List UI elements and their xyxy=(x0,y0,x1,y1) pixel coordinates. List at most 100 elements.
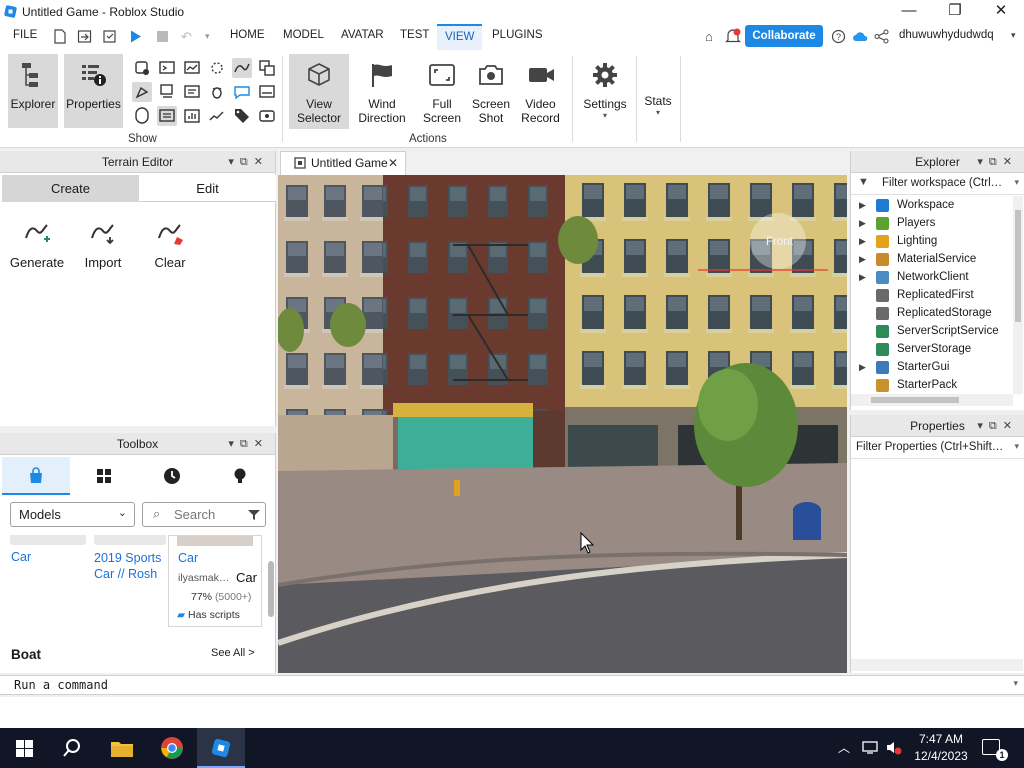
expand-arrow-icon[interactable]: ▶ xyxy=(859,232,866,250)
cloud-icon[interactable] xyxy=(852,29,869,44)
expand-arrow-icon[interactable]: ▶ xyxy=(859,214,866,232)
explorer-item-serverstorage[interactable]: ServerStorage xyxy=(851,340,1013,358)
save-icon[interactable] xyxy=(102,29,117,44)
screen-shot-button[interactable]: Screen Shot xyxy=(469,54,513,128)
network-icon[interactable] xyxy=(862,741,878,754)
scroll-thumb[interactable] xyxy=(871,397,959,403)
minimize-button[interactable]: — xyxy=(886,0,932,24)
asset-manager-icon[interactable] xyxy=(132,82,152,102)
scroll-thumb[interactable] xyxy=(1015,210,1021,322)
stats-button[interactable]: Stats ▾ xyxy=(642,54,674,128)
command-bar-icon[interactable] xyxy=(257,82,277,102)
memory-chart-icon[interactable] xyxy=(207,106,227,126)
explorer-item-players[interactable]: ▶ Players xyxy=(851,214,1013,232)
model-creator[interactable]: ilyasmak… xyxy=(178,572,229,584)
explorer-item-replicatedfirst[interactable]: ReplicatedFirst xyxy=(851,286,1013,304)
clock-date[interactable]: 12/4/2023 xyxy=(906,749,976,763)
bug-icon[interactable] xyxy=(207,82,227,102)
menu-tab-home[interactable]: HOME xyxy=(230,29,265,41)
explorer-item-materialservice[interactable]: ▶ MaterialService xyxy=(851,250,1013,268)
home-icon[interactable]: ⌂ xyxy=(705,29,713,44)
tab-edit[interactable]: Edit xyxy=(139,175,276,202)
menu-tab-test[interactable]: TEST xyxy=(400,29,429,41)
output-toggle-icon[interactable] xyxy=(157,58,177,78)
explorer-item-replicatedstorage[interactable]: ReplicatedStorage xyxy=(851,304,1013,322)
close-tab-icon[interactable]: ✕ xyxy=(388,152,398,174)
model-thumbnail[interactable] xyxy=(94,535,166,545)
tab-marketplace[interactable] xyxy=(2,457,70,495)
panel-controls[interactable]: ▾⧉✕ xyxy=(977,415,1018,437)
settings-button[interactable]: Settings ▾ xyxy=(580,54,630,128)
start-button[interactable] xyxy=(0,728,48,768)
tab-untitled-game[interactable]: Untitled Game ✕ xyxy=(280,151,406,175)
properties-window-icon[interactable] xyxy=(257,106,277,126)
explorer-item-starterpack[interactable]: StarterPack xyxy=(851,376,1013,394)
volume-muted-icon[interactable] xyxy=(886,740,902,755)
undo-icon[interactable]: ↶ xyxy=(181,29,192,45)
taskbar-search-button[interactable] xyxy=(48,728,96,768)
tab-inventory[interactable] xyxy=(70,457,138,495)
panel-controls[interactable]: ▾⧉✕ xyxy=(977,151,1018,173)
toolbox-search-input[interactable]: ⌕ Search xyxy=(142,502,266,527)
properties-horizontal-scrollbar[interactable] xyxy=(851,659,1023,671)
game-explorer-icon[interactable] xyxy=(157,82,177,102)
explorer-vertical-scrollbar[interactable] xyxy=(1013,196,1023,394)
chevron-down-icon[interactable]: ▾ xyxy=(1013,678,1018,689)
tag-editor-icon[interactable] xyxy=(257,58,277,78)
explorer-item-serverscriptservice[interactable]: ServerScriptService xyxy=(851,322,1013,340)
video-record-button[interactable]: Video Record xyxy=(517,54,564,128)
notification-bell-icon[interactable] xyxy=(725,28,741,45)
username-label[interactable]: dhuwuwhydudwdq xyxy=(899,29,994,41)
file-menu[interactable]: FILE xyxy=(13,29,37,41)
play-icon[interactable] xyxy=(128,29,143,44)
filter-icon[interactable] xyxy=(248,509,260,521)
undo-dropdown-icon[interactable]: ▾ xyxy=(205,31,210,42)
explorer-filter-input[interactable]: ▼ Filter workspace (Ctrl… ▾ xyxy=(851,173,1024,195)
full-screen-button[interactable]: Full Screen xyxy=(418,54,466,128)
explorer-item-lighting[interactable]: ▶ Lighting xyxy=(851,232,1013,250)
wind-direction-button[interactable]: Wind Direction xyxy=(355,54,409,128)
panel-controls[interactable]: ▾⧉✕ xyxy=(228,433,269,455)
generate-tool[interactable]: Generate xyxy=(2,213,72,270)
3d-viewport[interactable]: Front xyxy=(278,175,847,673)
stop-icon[interactable] xyxy=(156,30,169,43)
model-title-car-hovered[interactable]: Car xyxy=(178,551,198,565)
tab-recent[interactable] xyxy=(138,457,206,495)
terrain-editor-toggle-icon[interactable] xyxy=(232,58,252,78)
team-create-icon[interactable] xyxy=(207,58,227,78)
collaborate-button[interactable]: Collaborate xyxy=(745,25,823,47)
command-bar-input[interactable]: Run a command ▾ xyxy=(0,675,1024,695)
watch-icon[interactable] xyxy=(132,106,152,126)
menu-tab-model[interactable]: MODEL xyxy=(283,29,324,41)
explorer-item-startergui[interactable]: ▶ StarterGui xyxy=(851,358,1013,376)
explorer-horizontal-scrollbar[interactable] xyxy=(851,394,1013,406)
show-hidden-icons[interactable]: ︿ xyxy=(838,739,850,756)
expand-arrow-icon[interactable]: ▶ xyxy=(859,196,866,214)
category-select[interactable]: Models ⌄ xyxy=(10,502,135,527)
maximize-button[interactable]: ❐ xyxy=(932,0,978,24)
properties-toggle-button[interactable]: Properties xyxy=(64,54,123,128)
model-title-car[interactable]: Car xyxy=(11,550,31,564)
view-selector-button[interactable]: View Selector xyxy=(289,54,349,129)
account-dropdown-icon[interactable]: ▾ xyxy=(1011,30,1016,41)
new-file-icon[interactable] xyxy=(53,29,67,44)
tab-creations[interactable] xyxy=(206,457,274,495)
see-all-link[interactable]: See All > xyxy=(211,647,255,659)
call-stack-icon[interactable] xyxy=(157,106,177,126)
clear-tool[interactable]: Clear xyxy=(135,213,205,270)
model-title-sports-car[interactable]: 2019 Sports Car // Rosh xyxy=(94,550,170,582)
toolbox-scrollbar[interactable] xyxy=(268,561,274,617)
explorer-toggle-button[interactable]: Explorer xyxy=(8,54,58,128)
menu-tab-plugins[interactable]: PLUGINS xyxy=(492,29,543,41)
explorer-item-workspace[interactable]: ▶ Workspace xyxy=(851,196,1013,214)
view-cube-front-label[interactable]: Front xyxy=(766,236,793,248)
model-thumbnail[interactable] xyxy=(10,535,86,545)
chrome-taskbar-button[interactable] xyxy=(148,728,196,768)
expand-arrow-icon[interactable]: ▶ xyxy=(859,268,866,286)
publish-icon[interactable] xyxy=(77,29,92,44)
script-analysis-icon[interactable] xyxy=(182,58,202,78)
help-icon[interactable]: ? xyxy=(831,29,846,44)
roblox-studio-taskbar-button[interactable] xyxy=(197,728,245,768)
clock-time[interactable]: 7:47 AM xyxy=(906,732,976,746)
expand-arrow-icon[interactable]: ▶ xyxy=(859,250,866,268)
